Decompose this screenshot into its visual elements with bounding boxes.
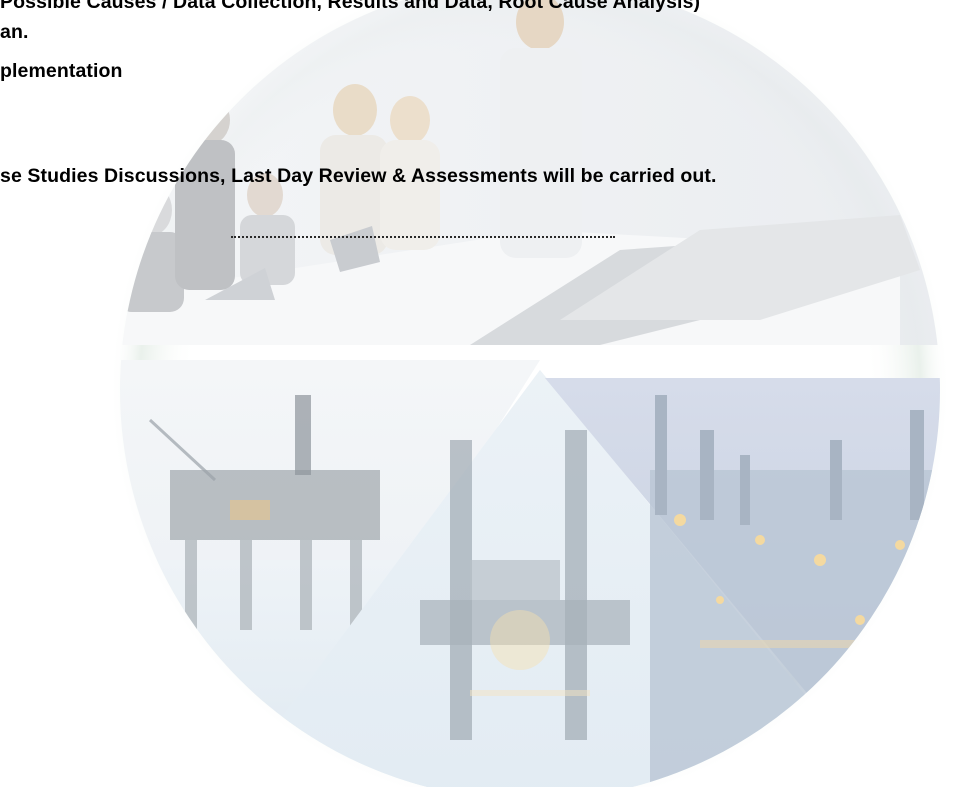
text-line-4: se Studies Discussions, Last Day Review … <box>0 165 717 187</box>
text-line-3: plementation <box>0 60 123 82</box>
text-line-2: an. <box>0 21 29 43</box>
text-line-1: Possible Causes / Data Collection, Resul… <box>0 0 701 13</box>
document-text: Possible Causes / Data Collection, Resul… <box>0 0 980 787</box>
dotted-separator <box>231 236 615 238</box>
